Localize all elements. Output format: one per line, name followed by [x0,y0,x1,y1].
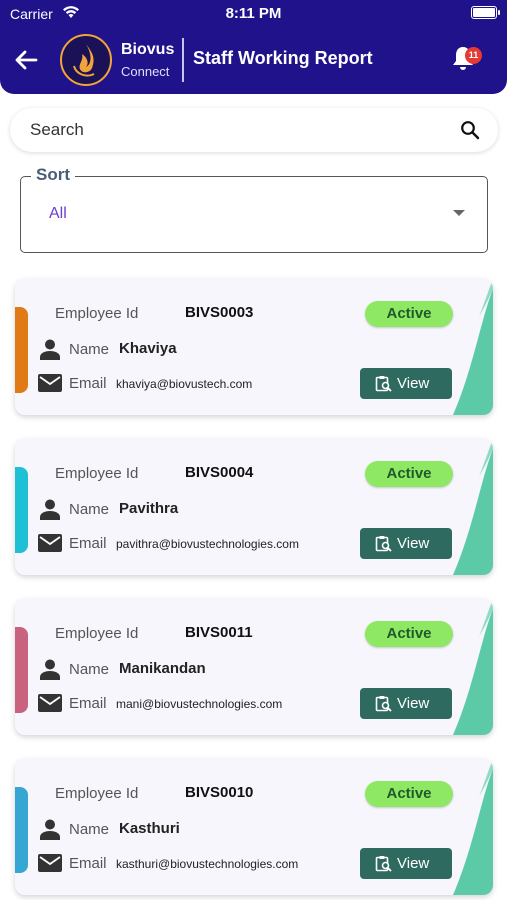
view-button-label: View [397,535,430,552]
employee-card: Employee Id BIVS0011 Active Name Manikan… [15,599,493,735]
employee-name: Khaviya [119,340,177,357]
mail-icon [38,374,62,392]
employee-name: Manikandan [119,660,206,677]
header-divider [182,38,184,82]
card-accent-stripe [15,627,28,713]
search-input[interactable] [30,119,430,141]
clipboard-search-icon [375,376,392,392]
name-label: Name [69,821,110,838]
view-button[interactable]: View [360,528,452,559]
employee-card: Employee Id BIVS0003 Active Name Khaviya… [15,279,493,415]
app-header: Biovus Connect Staff Working Report 11 [0,26,507,94]
employee-email: pavithra@biovustechnologies.com [116,537,299,551]
employee-name: Kasthuri [119,820,180,837]
person-icon [40,499,60,520]
email-label: Email [69,375,107,392]
name-label: Name [69,501,110,518]
search-bar[interactable] [10,108,498,152]
view-button-label: View [397,695,430,712]
employee-email: kasthuri@biovustechnologies.com [116,857,299,871]
status-badge: Active [365,461,453,487]
employee-name: Pavithra [119,500,179,517]
sort-selected-value: All [49,205,67,222]
view-button[interactable]: View [360,368,452,399]
clipboard-search-icon [375,536,392,552]
clock: 8:11 PM [225,5,282,22]
card-accent-stripe [15,467,28,553]
person-icon [40,659,60,680]
employee-id-label: Employee Id [55,785,139,802]
employee-card: Employee Id BIVS0010 Active Name Kasthur… [15,759,493,895]
back-arrow-icon[interactable] [12,46,40,74]
mail-icon [38,694,62,712]
view-button-label: View [397,375,430,392]
search-icon[interactable] [460,120,480,140]
page-title: Staff Working Report [193,48,373,68]
brand-name: Biovus [121,41,175,58]
status-badge: Active [365,781,453,807]
clipboard-search-icon [375,696,392,712]
status-bar: Carrier 8:11 PM [0,0,507,26]
card-accent-stripe [15,787,28,873]
sort-dropdown[interactable]: Sort All [20,165,488,253]
employee-email: mani@biovustechnologies.com [116,697,283,711]
name-label: Name [69,341,110,358]
clipboard-search-icon [375,856,392,872]
view-button[interactable]: View [360,848,452,879]
person-icon [40,819,60,840]
sort-label: Sort [31,165,75,185]
notification-badge: 11 [465,47,482,64]
employee-id-label: Employee Id [55,625,139,642]
email-label: Email [69,855,107,872]
name-label: Name [69,661,110,678]
battery-icon [471,6,500,19]
email-label: Email [69,535,107,552]
employee-id-label: Employee Id [55,465,139,482]
employee-id-value: BIVS0004 [185,464,254,481]
employee-id-value: BIVS0010 [185,784,254,801]
brand-subtitle: Connect [121,64,170,79]
mail-icon [38,534,62,552]
employee-card: Employee Id BIVS0004 Active Name Pavithr… [15,439,493,575]
employee-email: khaviya@biovustech.com [116,377,253,391]
view-button-label: View [397,855,430,872]
biovus-logo [60,34,112,86]
email-label: Email [69,695,107,712]
view-button[interactable]: View [360,688,452,719]
mail-icon [38,854,62,872]
employee-id-value: BIVS0003 [185,304,254,321]
employee-id-value: BIVS0011 [185,624,253,641]
status-badge: Active [365,621,453,647]
card-accent-stripe [15,307,28,393]
person-icon [40,339,60,360]
status-badge: Active [365,301,453,327]
chevron-down-icon [453,210,465,216]
employee-id-label: Employee Id [55,305,139,322]
